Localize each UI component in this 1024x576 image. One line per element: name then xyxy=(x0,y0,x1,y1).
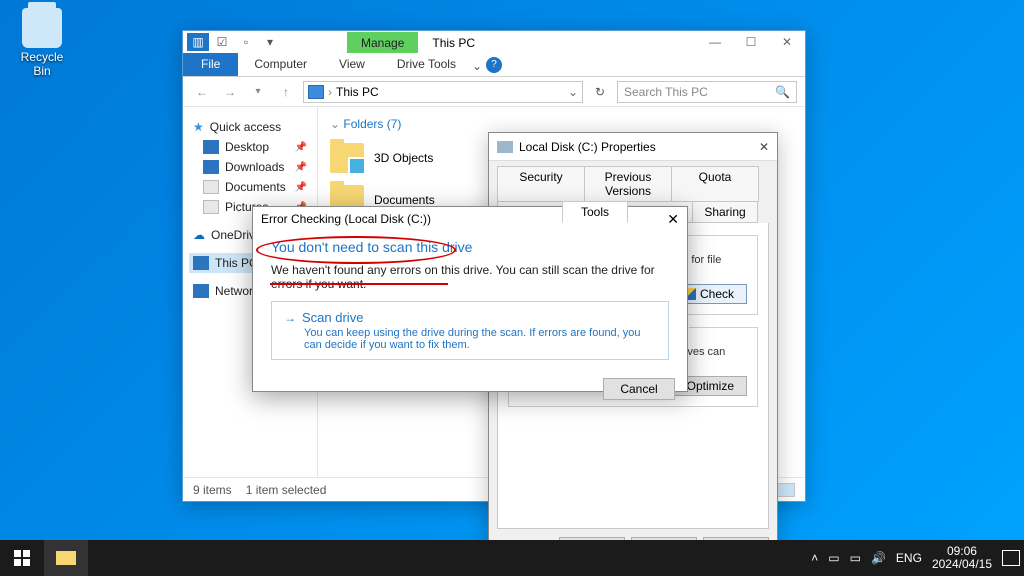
search-input[interactable]: Search This PC 🔍 xyxy=(617,81,797,103)
qat-dropdown-icon[interactable]: ▾ xyxy=(259,33,281,51)
ribbon-tab-file[interactable]: File xyxy=(183,53,238,76)
start-button[interactable] xyxy=(0,540,44,576)
qat-newfolder-icon[interactable]: ▫ xyxy=(235,33,257,51)
scan-drive-title: Scan drive xyxy=(302,310,363,325)
folder-icon xyxy=(330,143,364,173)
taskbar-clock[interactable]: 09:06 2024/04/15 xyxy=(932,545,992,571)
address-bar[interactable]: › This PC ⌄ xyxy=(303,81,583,103)
desktop-icon-recycle-bin[interactable]: Recycle Bin xyxy=(12,8,72,78)
status-selected: 1 item selected xyxy=(246,483,327,497)
recycle-bin-label: Recycle Bin xyxy=(12,50,72,78)
ribbon-tab-view[interactable]: View xyxy=(323,53,381,76)
status-count: 9 items xyxy=(193,483,232,497)
pictures-icon xyxy=(203,200,219,214)
tab-tools[interactable]: Tools xyxy=(562,201,628,223)
properties-titlebar[interactable]: Local Disk (C:) Properties ✕ xyxy=(489,133,777,161)
star-icon: ★ xyxy=(193,120,204,134)
nav-documents[interactable]: Documents📌 xyxy=(189,177,313,197)
breadcrumb[interactable]: This PC xyxy=(336,85,379,99)
window-title: This PC xyxy=(418,32,489,53)
pin-icon: 📌 xyxy=(295,142,307,153)
help-icon[interactable]: ? xyxy=(486,57,502,73)
tab-quota[interactable]: Quota xyxy=(671,166,759,202)
nav-desktop[interactable]: Desktop📌 xyxy=(189,137,313,157)
downloads-icon xyxy=(203,160,219,174)
explorer-titlebar[interactable]: ▥ ☑ ▫ ▾ Manage This PC ― ☐ ✕ xyxy=(183,31,805,53)
error-checking-dialog: Error Checking (Local Disk (C:)) ✕ You d… xyxy=(252,206,688,392)
address-dropdown-icon[interactable]: ⌄ xyxy=(568,85,578,99)
recycle-bin-icon xyxy=(22,8,62,48)
properties-title: Local Disk (C:) Properties xyxy=(519,140,656,154)
search-icon: 🔍 xyxy=(775,85,790,99)
error-checking-title: Error Checking (Local Disk (C:)) xyxy=(261,212,431,226)
nav-downloads[interactable]: Downloads📌 xyxy=(189,157,313,177)
ribbon-tab-computer[interactable]: Computer xyxy=(238,53,323,76)
tab-sharing[interactable]: Sharing xyxy=(692,201,758,223)
error-checking-subtext: We haven't found any errors on this driv… xyxy=(271,263,669,291)
documents-icon xyxy=(203,180,219,194)
close-icon[interactable]: ✕ xyxy=(667,211,679,228)
close-icon[interactable]: ✕ xyxy=(759,140,769,154)
contextual-tab-manage[interactable]: Manage xyxy=(347,32,418,53)
ribbon-tabs: File Computer View Drive Tools ⌄ ? xyxy=(183,53,805,77)
network-icon xyxy=(193,284,209,298)
cancel-button[interactable]: Cancel xyxy=(603,378,675,400)
ribbon-expand-icon[interactable]: ⌄ xyxy=(472,59,482,76)
explorer-icon: ▥ xyxy=(187,33,209,51)
pin-icon: 📌 xyxy=(295,182,307,193)
nav-up-button[interactable]: ↑ xyxy=(275,85,297,99)
close-button[interactable]: ✕ xyxy=(769,31,805,53)
this-pc-icon xyxy=(193,256,209,270)
action-center-button[interactable] xyxy=(1002,550,1020,566)
section-header-folders[interactable]: ⌄ Folders (7) xyxy=(330,117,793,131)
network-icon[interactable]: ▭ xyxy=(850,551,861,565)
error-checking-headline: You don't need to scan this drive xyxy=(271,239,669,255)
ribbon-tab-drive-tools[interactable]: Drive Tools xyxy=(381,53,472,76)
qat-properties-icon[interactable]: ☑ xyxy=(211,33,233,51)
this-pc-icon xyxy=(308,85,324,99)
tab-security[interactable]: Security xyxy=(497,166,585,202)
taskbar-explorer-button[interactable] xyxy=(44,540,88,576)
arrow-right-icon: → xyxy=(284,311,296,325)
nav-back-button[interactable]: ← xyxy=(191,85,213,99)
nav-forward-button[interactable]: → xyxy=(219,85,241,99)
taskbar: ˄ ▭ ▭ 🔊 ENG 09:06 2024/04/15 xyxy=(0,540,1024,576)
pin-icon: 📌 xyxy=(295,162,307,173)
nav-quick-access[interactable]: ★Quick access xyxy=(189,117,313,137)
scan-drive-option[interactable]: → Scan drive You can keep using the drive… xyxy=(271,301,669,360)
search-placeholder: Search This PC xyxy=(624,85,708,99)
onedrive-icon: ☁ xyxy=(193,228,205,242)
language-indicator[interactable]: ENG xyxy=(896,551,922,565)
refresh-button[interactable]: ↻ xyxy=(589,85,611,99)
desktop-icon xyxy=(203,140,219,154)
volume-icon[interactable]: 🔊 xyxy=(871,551,886,565)
tray-chevron-icon[interactable]: ˄ xyxy=(811,551,818,565)
drive-icon xyxy=(497,141,513,153)
minimize-button[interactable]: ― xyxy=(697,31,733,53)
system-tray: ˄ ▭ ▭ 🔊 ENG 09:06 2024/04/15 xyxy=(811,545,1024,571)
nav-recent-button[interactable]: ▾ xyxy=(247,86,269,97)
scan-drive-desc: You can keep using the drive during the … xyxy=(304,327,656,351)
maximize-button[interactable]: ☐ xyxy=(733,31,769,53)
explorer-icon xyxy=(56,551,76,565)
address-bar-row: ← → ▾ ↑ › This PC ⌄ ↻ Search This PC 🔍 xyxy=(183,77,805,107)
battery-icon[interactable]: ▭ xyxy=(828,551,839,565)
view-large-button[interactable] xyxy=(777,483,795,497)
tab-previous-versions[interactable]: Previous Versions xyxy=(584,166,672,202)
